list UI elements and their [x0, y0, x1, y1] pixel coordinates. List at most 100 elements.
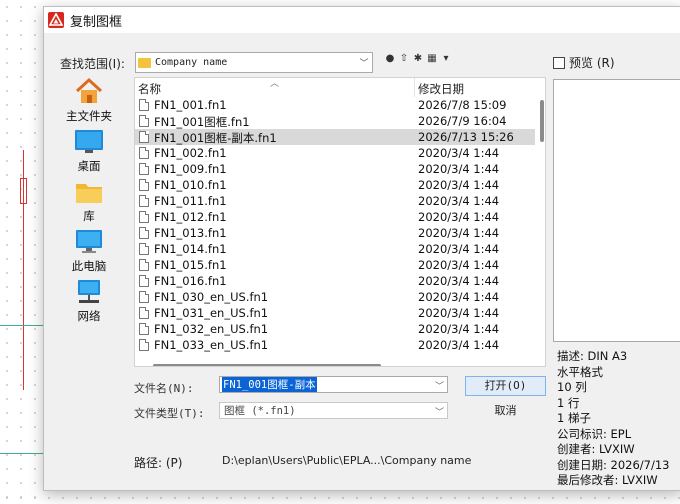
file-name: FN1_031_en_US.fn1	[154, 306, 269, 320]
cancel-button[interactable]: 取消	[465, 401, 546, 421]
file-date: 2020/3/4 1:44	[418, 178, 500, 192]
file-icon	[139, 323, 149, 335]
file-row[interactable]: FN1_030_en_US.fn1 2020/3/4 1:44	[135, 289, 535, 305]
chevron-down-icon[interactable]: ﹀	[435, 379, 444, 392]
place-home[interactable]: 主文件夹	[60, 77, 118, 124]
file-date: 2020/3/4 1:44	[418, 306, 500, 320]
file-icon	[139, 131, 149, 143]
eplan-app-icon	[48, 12, 64, 28]
file-row[interactable]: FN1_015.fn1 2020/3/4 1:44	[135, 257, 535, 273]
look-in-combo[interactable]: Company name ﹀	[135, 52, 373, 73]
place-this-pc[interactable]: 此电脑	[60, 229, 118, 274]
file-name: FN1_030_en_US.fn1	[154, 290, 269, 304]
column-divider[interactable]	[414, 78, 415, 97]
path-label: 路径: (P)	[134, 456, 183, 470]
place-network[interactable]: 网络	[60, 279, 118, 324]
file-icon	[139, 147, 149, 159]
file-date: 2020/3/4 1:44	[418, 226, 500, 240]
preview-checkbox-group[interactable]: 预览 (R)	[553, 54, 615, 71]
file-name: FN1_014.fn1	[154, 242, 227, 256]
frame-details: 描述: DIN A3 水平格式 10 列 1 行 1 梯子 公司标识: EPL …	[557, 348, 680, 488]
view-menu-icon[interactable]: ▦	[426, 53, 438, 65]
file-date: 2020/3/4 1:44	[418, 290, 500, 304]
navigation-toolbar: ● ⇧ ✱ ▦ ▾	[384, 53, 452, 65]
file-date: 2020/3/4 1:44	[418, 338, 500, 352]
file-icon	[139, 115, 149, 127]
file-icon	[139, 211, 149, 223]
column-header-name[interactable]: 名称	[138, 81, 161, 97]
up-folder-icon[interactable]: ⇧	[398, 53, 410, 65]
folder-icon	[138, 57, 151, 68]
file-date: 2020/3/4 1:44	[418, 322, 500, 336]
file-row[interactable]: FN1_001图框.fn1 2026/7/9 16:04	[135, 113, 535, 129]
file-date: 2020/3/4 1:44	[418, 258, 500, 272]
chevron-down-icon: ﹀	[434, 408, 444, 418]
preview-pane	[553, 79, 680, 342]
preview-checkbox[interactable]	[553, 56, 565, 69]
file-name: FN1_032_en_US.fn1	[154, 322, 269, 336]
file-date: 2026/7/13 15:26	[418, 130, 514, 144]
file-row[interactable]: FN1_001.fn1 2026/7/8 15:09	[135, 97, 535, 113]
file-date: 2020/3/4 1:44	[418, 242, 500, 256]
file-list[interactable]: ︿ 名称 修改日期 FN1_001.fn1 2026/7/8 15:09 FN1_…	[134, 77, 546, 367]
detail-line: 创建者: LVXIW	[557, 442, 635, 456]
chevron-down-icon: ﹀	[359, 59, 369, 69]
file-row[interactable]: FN1_009.fn1 2020/3/4 1:44	[135, 161, 535, 177]
file-row[interactable]: FN1_013.fn1 2020/3/4 1:44	[135, 225, 535, 241]
file-row-selected[interactable]: FN1_001图框-副本.fn1 2026/7/13 15:26	[135, 129, 535, 145]
grid-dots-bottom	[0, 492, 680, 504]
look-in-value: Company name	[155, 57, 228, 68]
file-name: FN1_012.fn1	[154, 210, 227, 224]
file-row[interactable]: FN1_012.fn1 2020/3/4 1:44	[135, 209, 535, 225]
detail-line: 10 列	[557, 380, 587, 394]
place-label: 网络	[77, 309, 101, 323]
file-name: FN1_001图框-副本.fn1	[154, 131, 277, 145]
file-name: FN1_011.fn1	[154, 194, 227, 208]
green-line	[0, 453, 44, 454]
file-name: FN1_009.fn1	[154, 162, 227, 176]
filetype-label: 文件类型(T):	[134, 407, 205, 420]
file-date: 2020/3/4 1:44	[418, 194, 500, 208]
file-icon	[139, 227, 149, 239]
sort-caret-icon: ︿	[270, 79, 280, 89]
view-dropdown-icon[interactable]: ▾	[440, 53, 452, 65]
detail-line: 1 梯子	[557, 411, 591, 425]
file-date: 2020/3/4 1:44	[418, 210, 500, 224]
file-icon	[139, 275, 149, 287]
place-library[interactable]: 库	[60, 179, 118, 224]
file-date: 2020/3/4 1:44	[418, 274, 500, 288]
file-name: FN1_016.fn1	[154, 274, 227, 288]
filename-label: 文件名(N):	[134, 382, 194, 395]
library-folder-icon	[74, 179, 104, 205]
file-row[interactable]: FN1_032_en_US.fn1 2020/3/4 1:44	[135, 321, 535, 337]
file-row[interactable]: FN1_014.fn1 2020/3/4 1:44	[135, 241, 535, 257]
file-row[interactable]: FN1_033_en_US.fn1 2020/3/4 1:44	[135, 337, 535, 353]
file-date: 2026/7/9 16:04	[418, 114, 507, 128]
preview-label: 预览 (R)	[569, 56, 615, 70]
file-name: FN1_010.fn1	[154, 178, 227, 192]
title-bar[interactable]: 复制图框	[44, 7, 680, 33]
vertical-scrollbar[interactable]	[540, 100, 544, 142]
place-desktop[interactable]: 桌面	[60, 129, 118, 174]
filetype-value: 图框 (*.fn1)	[224, 405, 296, 417]
detail-line: 最后修改者: LVXIW	[557, 473, 658, 487]
file-row[interactable]: FN1_031_en_US.fn1 2020/3/4 1:44	[135, 305, 535, 321]
place-label: 桌面	[77, 159, 101, 173]
filename-input[interactable]: FN1_001图框-副本 ﹀	[219, 376, 448, 393]
open-button[interactable]: 打开(O)	[465, 376, 546, 396]
back-icon[interactable]: ●	[384, 53, 396, 65]
horizontal-scrollbar[interactable]	[153, 364, 381, 366]
file-icon	[139, 339, 149, 351]
file-icon	[139, 163, 149, 175]
new-folder-icon[interactable]: ✱	[412, 53, 424, 65]
computer-icon	[74, 229, 104, 255]
filetype-select[interactable]: 图框 (*.fn1) ﹀	[219, 402, 448, 419]
grid-dots	[0, 0, 44, 504]
network-icon	[74, 279, 104, 305]
column-header-date[interactable]: 修改日期	[418, 81, 464, 97]
file-row[interactable]: FN1_002.fn1 2020/3/4 1:44	[135, 145, 535, 161]
list-header: ︿ 名称 修改日期	[135, 78, 545, 97]
file-row[interactable]: FN1_011.fn1 2020/3/4 1:44	[135, 193, 535, 209]
file-row[interactable]: FN1_010.fn1 2020/3/4 1:44	[135, 177, 535, 193]
file-row[interactable]: FN1_016.fn1 2020/3/4 1:44	[135, 273, 535, 289]
